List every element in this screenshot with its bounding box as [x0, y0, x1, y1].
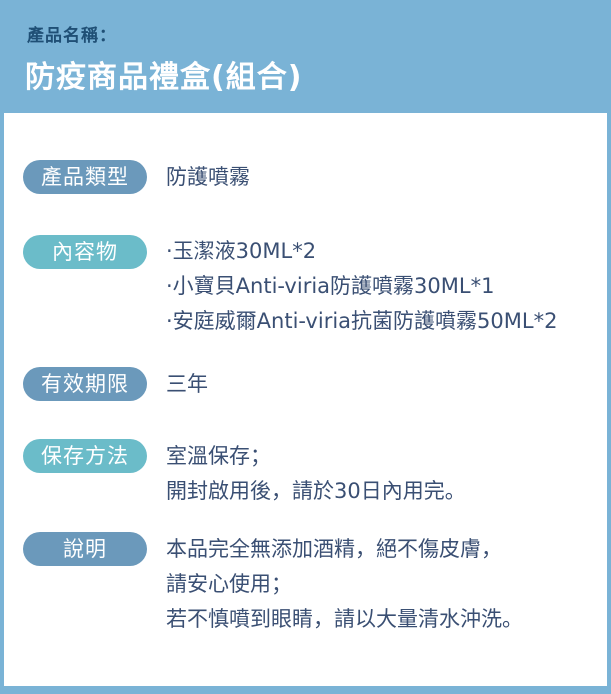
storage-label: 保存方法	[23, 439, 147, 473]
notes-line-1: 本品完全無添加酒精，絕不傷皮膚，	[166, 537, 502, 561]
contents-line-3: ·安庭威爾Anti-viria抗菌防護噴霧50ML*2	[166, 309, 558, 333]
contents-line-1: ·玉潔液30ML*2	[166, 239, 317, 263]
header: 產品名稱： 防疫商品禮盒(組合)	[0, 0, 611, 110]
product-title: 防疫商品禮盒(組合)	[25, 60, 303, 95]
storage-line-2: 開封啟用後，請於30日內用完。	[166, 479, 466, 503]
contents-line-2: ·小寶貝Anti-viria防護噴霧30ML*1	[166, 274, 495, 298]
product-info-sheet: 產品名稱： 防疫商品禮盒(組合) 產品類型 防護噴霧 內容物 ·玉潔液30ML*…	[0, 0, 611, 694]
storage-value: 室溫保存； 開封啟用後，請於30日內用完。	[166, 439, 466, 509]
expiry-label: 有效期限	[23, 367, 147, 401]
expiry-line: 三年	[166, 372, 208, 396]
product-name-caption: 產品名稱：	[27, 26, 117, 46]
spec-card: 產品類型 防護噴霧 內容物 ·玉潔液30ML*2 ·小寶貝Anti-viria防…	[4, 113, 607, 686]
contents-label: 內容物	[23, 235, 147, 269]
notes-line-3: 若不慎噴到眼睛，請以大量清水沖洗。	[166, 607, 523, 631]
notes-value: 本品完全無添加酒精，絕不傷皮膚， 請安心使用； 若不慎噴到眼睛，請以大量清水沖洗…	[166, 532, 523, 637]
expiry-value: 三年	[166, 367, 208, 402]
storage-line-1: 室溫保存；	[166, 444, 271, 468]
product-type-line: 防護噴霧	[166, 165, 250, 189]
notes-label: 說明	[23, 532, 147, 566]
notes-line-2: 請安心使用；	[166, 572, 292, 596]
contents-value: ·玉潔液30ML*2 ·小寶貝Anti-viria防護噴霧30ML*1 ·安庭威…	[166, 234, 557, 339]
product-type-value: 防護噴霧	[166, 160, 250, 195]
product-type-label: 產品類型	[23, 160, 147, 194]
